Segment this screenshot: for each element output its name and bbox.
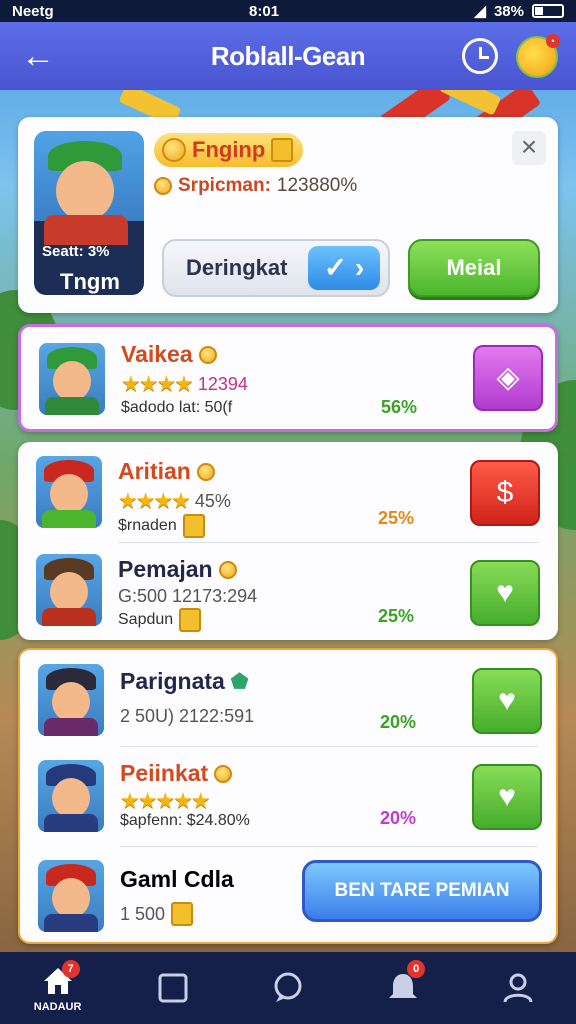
battery-percent: 38% bbox=[493, 2, 524, 20]
row-percent: 20% bbox=[380, 808, 417, 828]
heart-bubble-icon[interactable]: ♥ bbox=[470, 560, 540, 626]
profile-title-badge: Fnginp bbox=[154, 133, 304, 167]
avatar bbox=[38, 860, 104, 932]
row-detail: $apfenn: $24.80% bbox=[120, 812, 250, 829]
gift-icon bbox=[179, 608, 202, 632]
gift-icon bbox=[171, 902, 194, 926]
list-card: Aritian ★★★★ 45% $rnaden 25% $ Pemajan G… bbox=[18, 442, 558, 640]
row-percent: 25% bbox=[378, 606, 415, 626]
speech-bubble-icon[interactable]: ◈ bbox=[473, 345, 543, 411]
rating-stars: ★★★★★ bbox=[120, 788, 211, 813]
row-percent: 20% bbox=[380, 712, 417, 732]
notification-dot: • bbox=[546, 34, 560, 48]
nav-item-alerts[interactable]: 0 bbox=[363, 952, 443, 1024]
cta-button[interactable]: BEN TARE PEMIAN bbox=[302, 860, 542, 922]
list-item[interactable]: Pemajan G:500 12173:294 Sapdun 25% ♥ bbox=[18, 542, 558, 652]
row-detail: $rnaden bbox=[118, 517, 177, 534]
avatar-stat: Seatt: 3% bbox=[42, 243, 110, 260]
nav-badge: 7 bbox=[61, 960, 80, 978]
row-percent: 25% bbox=[378, 508, 415, 528]
heart-bubble-icon[interactable]: ♥ bbox=[472, 764, 542, 830]
list-item[interactable]: Parignata ⬟ 2 50U) 2122:591 20% ♥ bbox=[20, 650, 560, 760]
row-name: Aritian bbox=[118, 458, 191, 484]
toggle-label: Deringkat bbox=[186, 255, 288, 280]
profile-subtitle: Srpicman: 123880% bbox=[154, 175, 357, 197]
list-item[interactable]: Peiinkat ★★★★★ $apfenn: $24.80% 20% ♥ bbox=[20, 746, 560, 856]
close-button[interactable]: × bbox=[512, 131, 546, 165]
row-stat: 2 50U) 2122:591 bbox=[120, 706, 255, 726]
clock: 8:01 bbox=[249, 2, 280, 20]
gift-icon bbox=[182, 514, 205, 538]
gift-icon bbox=[271, 138, 294, 162]
timer-icon[interactable] bbox=[462, 38, 498, 74]
row-percent: 56% bbox=[381, 397, 418, 417]
merit-button[interactable]: Meial bbox=[408, 239, 540, 297]
ranking-toggle[interactable]: Deringkat ✓ › bbox=[162, 239, 390, 297]
row-detail: $adodo lat: 50(f bbox=[121, 399, 233, 416]
profile-title: Fnginp bbox=[192, 137, 266, 162]
coin-icon bbox=[162, 138, 186, 162]
coin-icon bbox=[214, 764, 233, 783]
rating-stars: ★★★★ bbox=[121, 371, 194, 396]
nav-badge: 0 bbox=[407, 960, 426, 978]
dollar-bubble-icon[interactable]: $ bbox=[470, 460, 540, 526]
list-item[interactable]: Aritian ★★★★ 45% $rnaden 25% $ bbox=[18, 442, 558, 552]
avatar[interactable]: Seatt: 3% Tngm bbox=[34, 131, 144, 295]
row-stat: 1 500 bbox=[120, 903, 166, 924]
coin-icon bbox=[218, 560, 237, 579]
row-name: Peiinkat bbox=[120, 760, 209, 786]
page-title: Roblall-Gean bbox=[210, 40, 366, 71]
row-name: Pemajan bbox=[118, 556, 213, 582]
avatar-name: Tngm bbox=[60, 269, 120, 294]
profile-card: Seatt: 3% Tngm Fnginp Srpicman: 123880% … bbox=[18, 117, 558, 313]
bottom-nav: NADAUR 7 0 bbox=[0, 952, 576, 1024]
carrier-label: Neetg bbox=[12, 2, 54, 20]
nav-item-profile[interactable] bbox=[478, 952, 558, 1024]
avatar bbox=[36, 456, 102, 528]
app-header: ← Roblall-Gean • bbox=[0, 22, 576, 90]
list-card-highlight: Vaikea ★★★★ 12394 $adodo lat: 50(f 56% ◈ bbox=[18, 324, 558, 432]
heart-bubble-icon[interactable]: ♥ bbox=[472, 668, 542, 734]
list-item[interactable]: Vaikea ★★★★ 12394 $adodo lat: 50(f 56% ◈ bbox=[21, 327, 561, 437]
mascot-avatar[interactable]: • bbox=[516, 34, 560, 78]
chat-icon bbox=[274, 972, 302, 1002]
nav-item-square[interactable] bbox=[133, 952, 213, 1024]
avatar bbox=[38, 664, 104, 736]
status-bar: Neetg 8:01 ◢ 38% bbox=[0, 0, 576, 22]
square-icon bbox=[158, 973, 188, 1003]
back-arrow-icon[interactable]: ← bbox=[18, 36, 58, 76]
nav-label: NADAUR bbox=[33, 1001, 82, 1013]
row-stat: 45% bbox=[194, 490, 231, 511]
row-stat: G:500 12173:294 bbox=[118, 586, 258, 606]
nav-item-home[interactable]: NADAUR 7 bbox=[18, 952, 98, 1024]
row-name: Parignata bbox=[120, 668, 225, 694]
row-detail: Sapdun bbox=[118, 611, 174, 628]
battery-icon bbox=[531, 4, 564, 18]
avatar bbox=[39, 343, 105, 415]
coin-icon bbox=[154, 177, 172, 195]
coin-icon bbox=[198, 345, 217, 364]
signal-icon: ◢ bbox=[474, 3, 486, 20]
avatar bbox=[36, 554, 102, 626]
row-name: Gaml Cdla bbox=[120, 866, 234, 892]
nav-item-chat[interactable] bbox=[248, 952, 328, 1024]
row-name: Vaikea bbox=[121, 341, 193, 367]
list-card-gold: Parignata ⬟ 2 50U) 2122:591 20% ♥ Peiink… bbox=[18, 648, 558, 944]
profile-icon bbox=[503, 973, 533, 1003]
coin-icon bbox=[196, 462, 215, 481]
check-icon[interactable]: ✓ › bbox=[308, 246, 380, 290]
rating-stars: ★★★★ bbox=[118, 488, 191, 513]
avatar bbox=[38, 760, 104, 832]
shield-icon: ⬟ bbox=[230, 671, 249, 693]
row-stat: 12394 bbox=[197, 373, 248, 394]
